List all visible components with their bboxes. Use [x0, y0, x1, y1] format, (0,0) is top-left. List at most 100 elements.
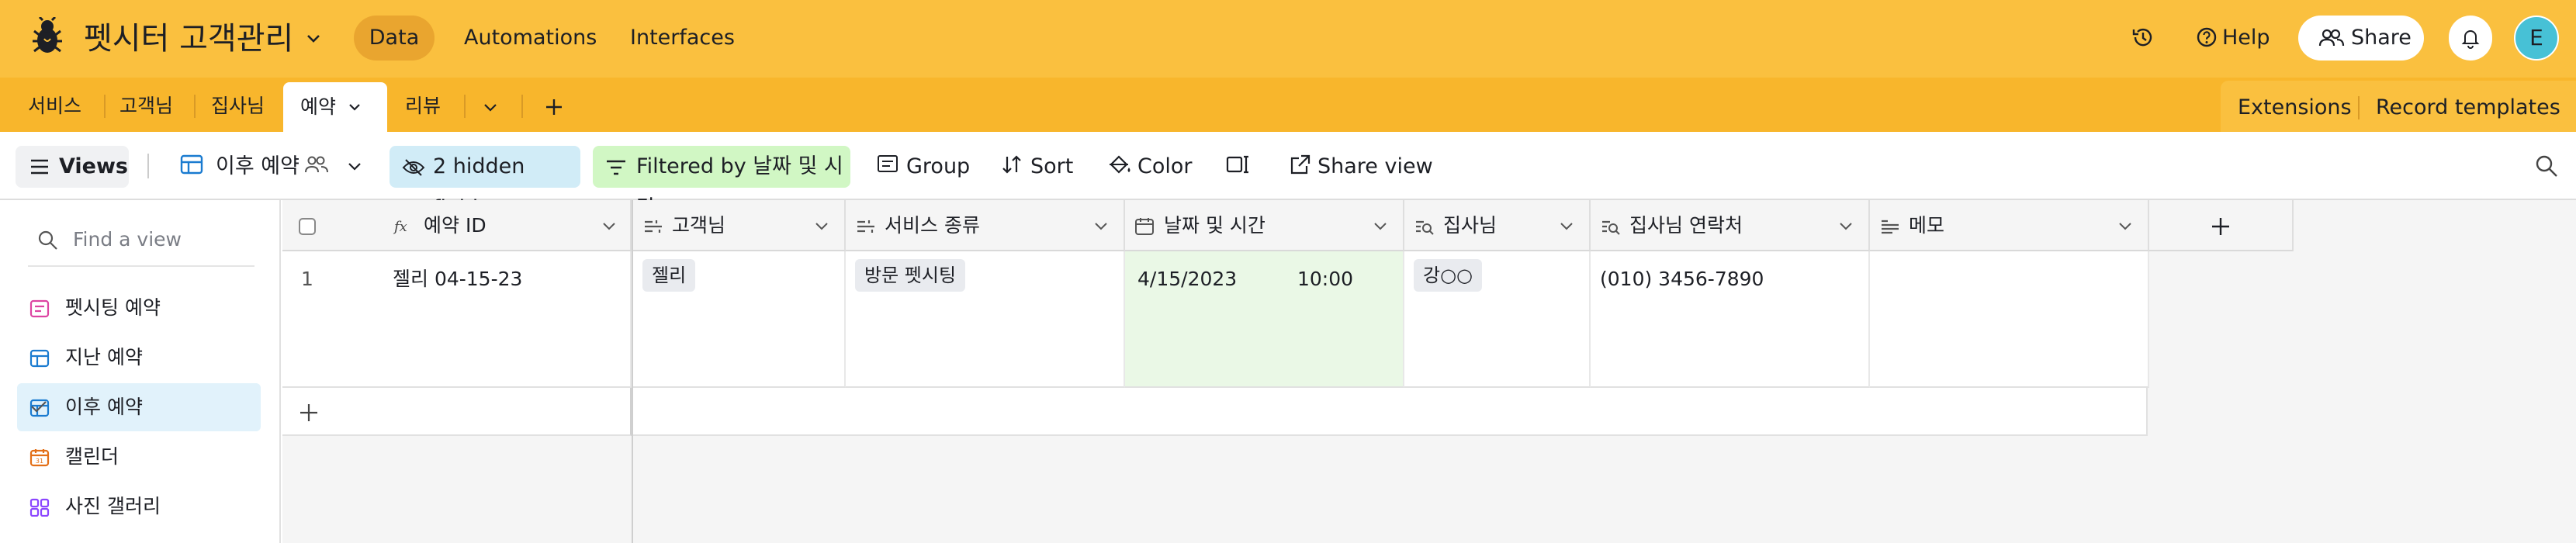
- lookup-icon: [1602, 220, 1620, 235]
- lookup-icon: [1416, 220, 1434, 235]
- search-divider: [28, 265, 254, 267]
- column-header-label: 집사님 연락처: [1629, 214, 1743, 237]
- search-icon: [38, 230, 57, 250]
- chevron-down-icon[interactable]: [1092, 219, 1110, 234]
- gallery-icon: [29, 498, 50, 517]
- chevron-down-icon[interactable]: [813, 219, 830, 234]
- group-button[interactable]: Group: [906, 146, 970, 188]
- share-view-button[interactable]: Share view: [1317, 146, 1433, 188]
- tab-divider: [104, 95, 106, 118]
- chevron-down-icon[interactable]: [2117, 219, 2134, 234]
- sitter-tag[interactable]: 강○○: [1414, 259, 1482, 292]
- long-text-icon: [1882, 220, 1899, 234]
- tab-reviews[interactable]: 리뷰: [405, 78, 441, 132]
- sidebar-view-photo-gallery[interactable]: 사진 갤러리: [17, 482, 261, 531]
- tab-divider: [2358, 96, 2360, 119]
- search-icon[interactable]: [2534, 154, 2559, 178]
- menu-icon: [31, 159, 48, 175]
- form-icon: [29, 299, 50, 318]
- nav-automations-tab[interactable]: Automations: [464, 16, 597, 61]
- tab-services[interactable]: 서비스: [28, 78, 81, 132]
- checkbox-icon[interactable]: [298, 217, 317, 236]
- add-record-button[interactable]: [282, 388, 632, 436]
- share-button[interactable]: Share: [2298, 16, 2424, 61]
- customer-cell[interactable]: 젤리: [633, 251, 846, 388]
- add-field-button[interactable]: [2149, 200, 2294, 251]
- sitter-cell[interactable]: 강○○: [1404, 251, 1591, 388]
- check-icon: [31, 401, 47, 413]
- service-tag[interactable]: 방문 펫시팅: [855, 259, 966, 292]
- filter-button[interactable]: Filtered by 날짜 및 시간: [593, 146, 850, 220]
- chevron-down-icon[interactable]: [1372, 219, 1389, 234]
- time-value: 10:00: [1297, 268, 1354, 290]
- row-number: 1: [301, 268, 313, 290]
- reservation-id-cell[interactable]: 젤리 04-15-23: [393, 262, 522, 296]
- sidebar-view-pet-sitting-form[interactable]: 펫시팅 예약: [17, 284, 261, 332]
- sidebar-view-past-reservations[interactable]: 지난 예약: [17, 334, 261, 382]
- hidden-fields-button[interactable]: 2 hidden fields: [390, 146, 580, 220]
- sidebar-view-upcoming-reservations[interactable]: 이후 예약: [17, 383, 261, 431]
- chevron-down-icon[interactable]: [304, 29, 323, 48]
- tab-divider: [521, 95, 523, 118]
- history-icon[interactable]: [2129, 23, 2157, 51]
- sidebar-view-calendar[interactable]: 31 캘린더: [17, 433, 261, 481]
- extensions-button[interactable]: Extensions: [2238, 81, 2352, 132]
- chevron-down-icon[interactable]: [1837, 219, 1854, 234]
- help-link[interactable]: Help: [2222, 16, 2270, 61]
- tab-reservations[interactable]: 예약: [283, 82, 387, 133]
- notifications-button[interactable]: [2449, 16, 2492, 61]
- column-header-label: 집사님: [1443, 214, 1497, 237]
- base-title[interactable]: 펫시터 고객관리: [84, 14, 293, 64]
- sidebar-view-label: 이후 예약: [65, 396, 143, 418]
- date-time-cell[interactable]: 4/15/2023 10:00: [1125, 251, 1404, 388]
- column-header-label: 예약 ID: [424, 214, 486, 237]
- sitter-contact-cell[interactable]: (010) 3456-7890: [1591, 251, 1870, 388]
- group-icon: [878, 155, 898, 172]
- tab-reservations-label: 예약: [300, 95, 337, 118]
- views-sidebar: 펫시팅 예약 지난 예약 이후 예약 31 캘린더 사진 갤러리: [0, 200, 281, 543]
- find-view-input[interactable]: [73, 222, 251, 256]
- column-header-memo[interactable]: 메모: [1870, 200, 2149, 251]
- memo-cell[interactable]: [1870, 251, 2149, 388]
- sidebar-view-label: 펫시팅 예약: [65, 296, 161, 319]
- grid-icon: [29, 349, 50, 368]
- sitter-contact-value: (010) 3456-7890: [1600, 268, 1764, 290]
- calendar-icon: [1135, 218, 1154, 235]
- link-record-icon: [645, 220, 662, 233]
- column-header-customer[interactable]: 고객님: [633, 200, 846, 251]
- record-templates-button[interactable]: Record templates: [2376, 81, 2560, 132]
- tab-divider: [464, 95, 466, 118]
- chevron-down-icon[interactable]: [347, 99, 362, 115]
- add-table-icon[interactable]: [543, 96, 565, 118]
- column-header-date-time[interactable]: 날짜 및 시간: [1125, 200, 1404, 251]
- customer-tag[interactable]: 젤리: [642, 259, 696, 292]
- chevron-down-icon[interactable]: [346, 158, 363, 175]
- help-icon[interactable]: [2193, 23, 2221, 51]
- tab-sitters[interactable]: 집사님: [211, 78, 265, 132]
- bell-icon: [2461, 30, 2480, 49]
- svg-text:31: 31: [36, 458, 43, 465]
- column-header-sitter-contact[interactable]: 집사님 연락처: [1591, 200, 1870, 251]
- avatar[interactable]: E: [2514, 16, 2559, 61]
- column-header-service-type[interactable]: 서비스 종류: [846, 200, 1125, 251]
- chevron-down-icon[interactable]: [481, 98, 500, 116]
- nav-interfaces-tab[interactable]: Interfaces: [630, 16, 735, 61]
- tab-divider: [194, 95, 196, 118]
- tab-customers[interactable]: 고객님: [119, 78, 173, 132]
- chevron-down-icon[interactable]: [601, 219, 618, 234]
- sidebar-view-label: 지난 예약: [65, 346, 143, 368]
- column-header-reservation-id[interactable]: fx 예약 ID: [282, 200, 632, 251]
- row-height-icon[interactable]: [1226, 154, 1251, 175]
- base-logo-icon[interactable]: [28, 17, 67, 59]
- table-row-first-cell[interactable]: 1 젤리 04-15-23: [282, 251, 632, 388]
- column-header-sitter[interactable]: 집사님: [1404, 200, 1591, 251]
- views-label: Views: [59, 154, 129, 178]
- share-label: Share: [2351, 26, 2412, 50]
- chevron-down-icon[interactable]: [1558, 219, 1575, 234]
- current-view-name[interactable]: 이후 예약: [216, 146, 299, 188]
- service-type-cell[interactable]: 방문 펫시팅: [846, 251, 1125, 388]
- nav-data-tab[interactable]: Data: [354, 16, 435, 61]
- color-button[interactable]: Color: [1137, 146, 1193, 188]
- views-toggle-button[interactable]: Views: [16, 146, 129, 188]
- sort-button[interactable]: Sort: [1030, 146, 1073, 188]
